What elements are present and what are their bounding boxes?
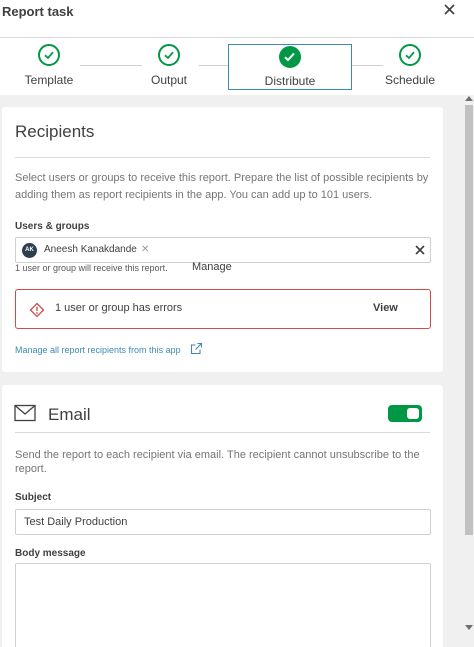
users-groups-input[interactable]: AK Aneesh Kanakdande ✕ [15,237,431,263]
email-title: Email [48,405,91,424]
close-icon[interactable] [442,2,458,18]
divider [15,432,430,433]
avatar: AK [22,243,37,258]
content-area: Recipients Select users or groups to rec… [0,95,474,647]
users-groups-label: Users & groups [15,221,90,232]
step-distribute[interactable]: Distribute [228,44,352,90]
step-template[interactable]: Template [0,44,104,90]
subject-label: Subject [15,492,52,503]
manage-all-recipients-link[interactable]: Manage all report recipients from this a… [15,342,203,355]
manage-button[interactable]: Manage [192,261,232,273]
recipients-card: Recipients Select users or groups to rec… [2,107,443,372]
clear-icon[interactable] [414,243,426,255]
dialog-title: Report task [2,4,74,19]
check-circle-icon [158,44,180,66]
error-banner: 1 user or group has errors View [15,289,431,329]
recipient-name: Aneesh Kanakdande [44,244,137,255]
scrollbar[interactable] [464,95,474,647]
error-diamond-icon [29,302,45,318]
error-text: 1 user or group has errors [55,302,183,314]
check-circle-icon [38,44,60,66]
manage-all-recipients-label: Manage all report recipients from this a… [15,345,181,355]
toggle-knob [407,408,419,419]
remove-chip-icon[interactable]: ✕ [141,244,149,255]
email-description: Send the report to each recipient via em… [15,449,420,475]
scroll-up-icon[interactable] [465,96,473,101]
step-label: Distribute [264,74,316,88]
step-label: Schedule [384,73,436,87]
check-circle-icon [279,46,301,68]
external-link-icon [190,342,203,355]
scroll-down-icon[interactable] [465,625,473,630]
check-circle-icon [399,44,421,66]
recipients-title: Recipients [15,122,95,141]
recipient-count: 1 user or group will receive this report… [15,263,168,273]
body-message-input[interactable] [15,563,431,647]
scrollbar-thumb[interactable] [465,105,473,535]
step-label: Output [150,73,188,87]
step-label: Template [24,73,74,87]
recipient-chip: AK Aneesh Kanakdande ✕ [20,242,152,259]
dialog-header: Report task [0,0,474,38]
step-schedule[interactable]: Schedule [355,44,465,90]
subject-input[interactable]: Test Daily Production [15,509,431,535]
mail-icon [14,404,36,422]
recipients-description: Select users or groups to receive this r… [15,172,429,201]
step-output[interactable]: Output [114,44,224,90]
divider [15,157,430,158]
email-toggle[interactable] [388,405,422,422]
email-card: Email Send the report to each recipient … [2,385,443,647]
body-message-label: Body message [15,548,86,559]
view-errors-button[interactable]: View [373,302,398,314]
